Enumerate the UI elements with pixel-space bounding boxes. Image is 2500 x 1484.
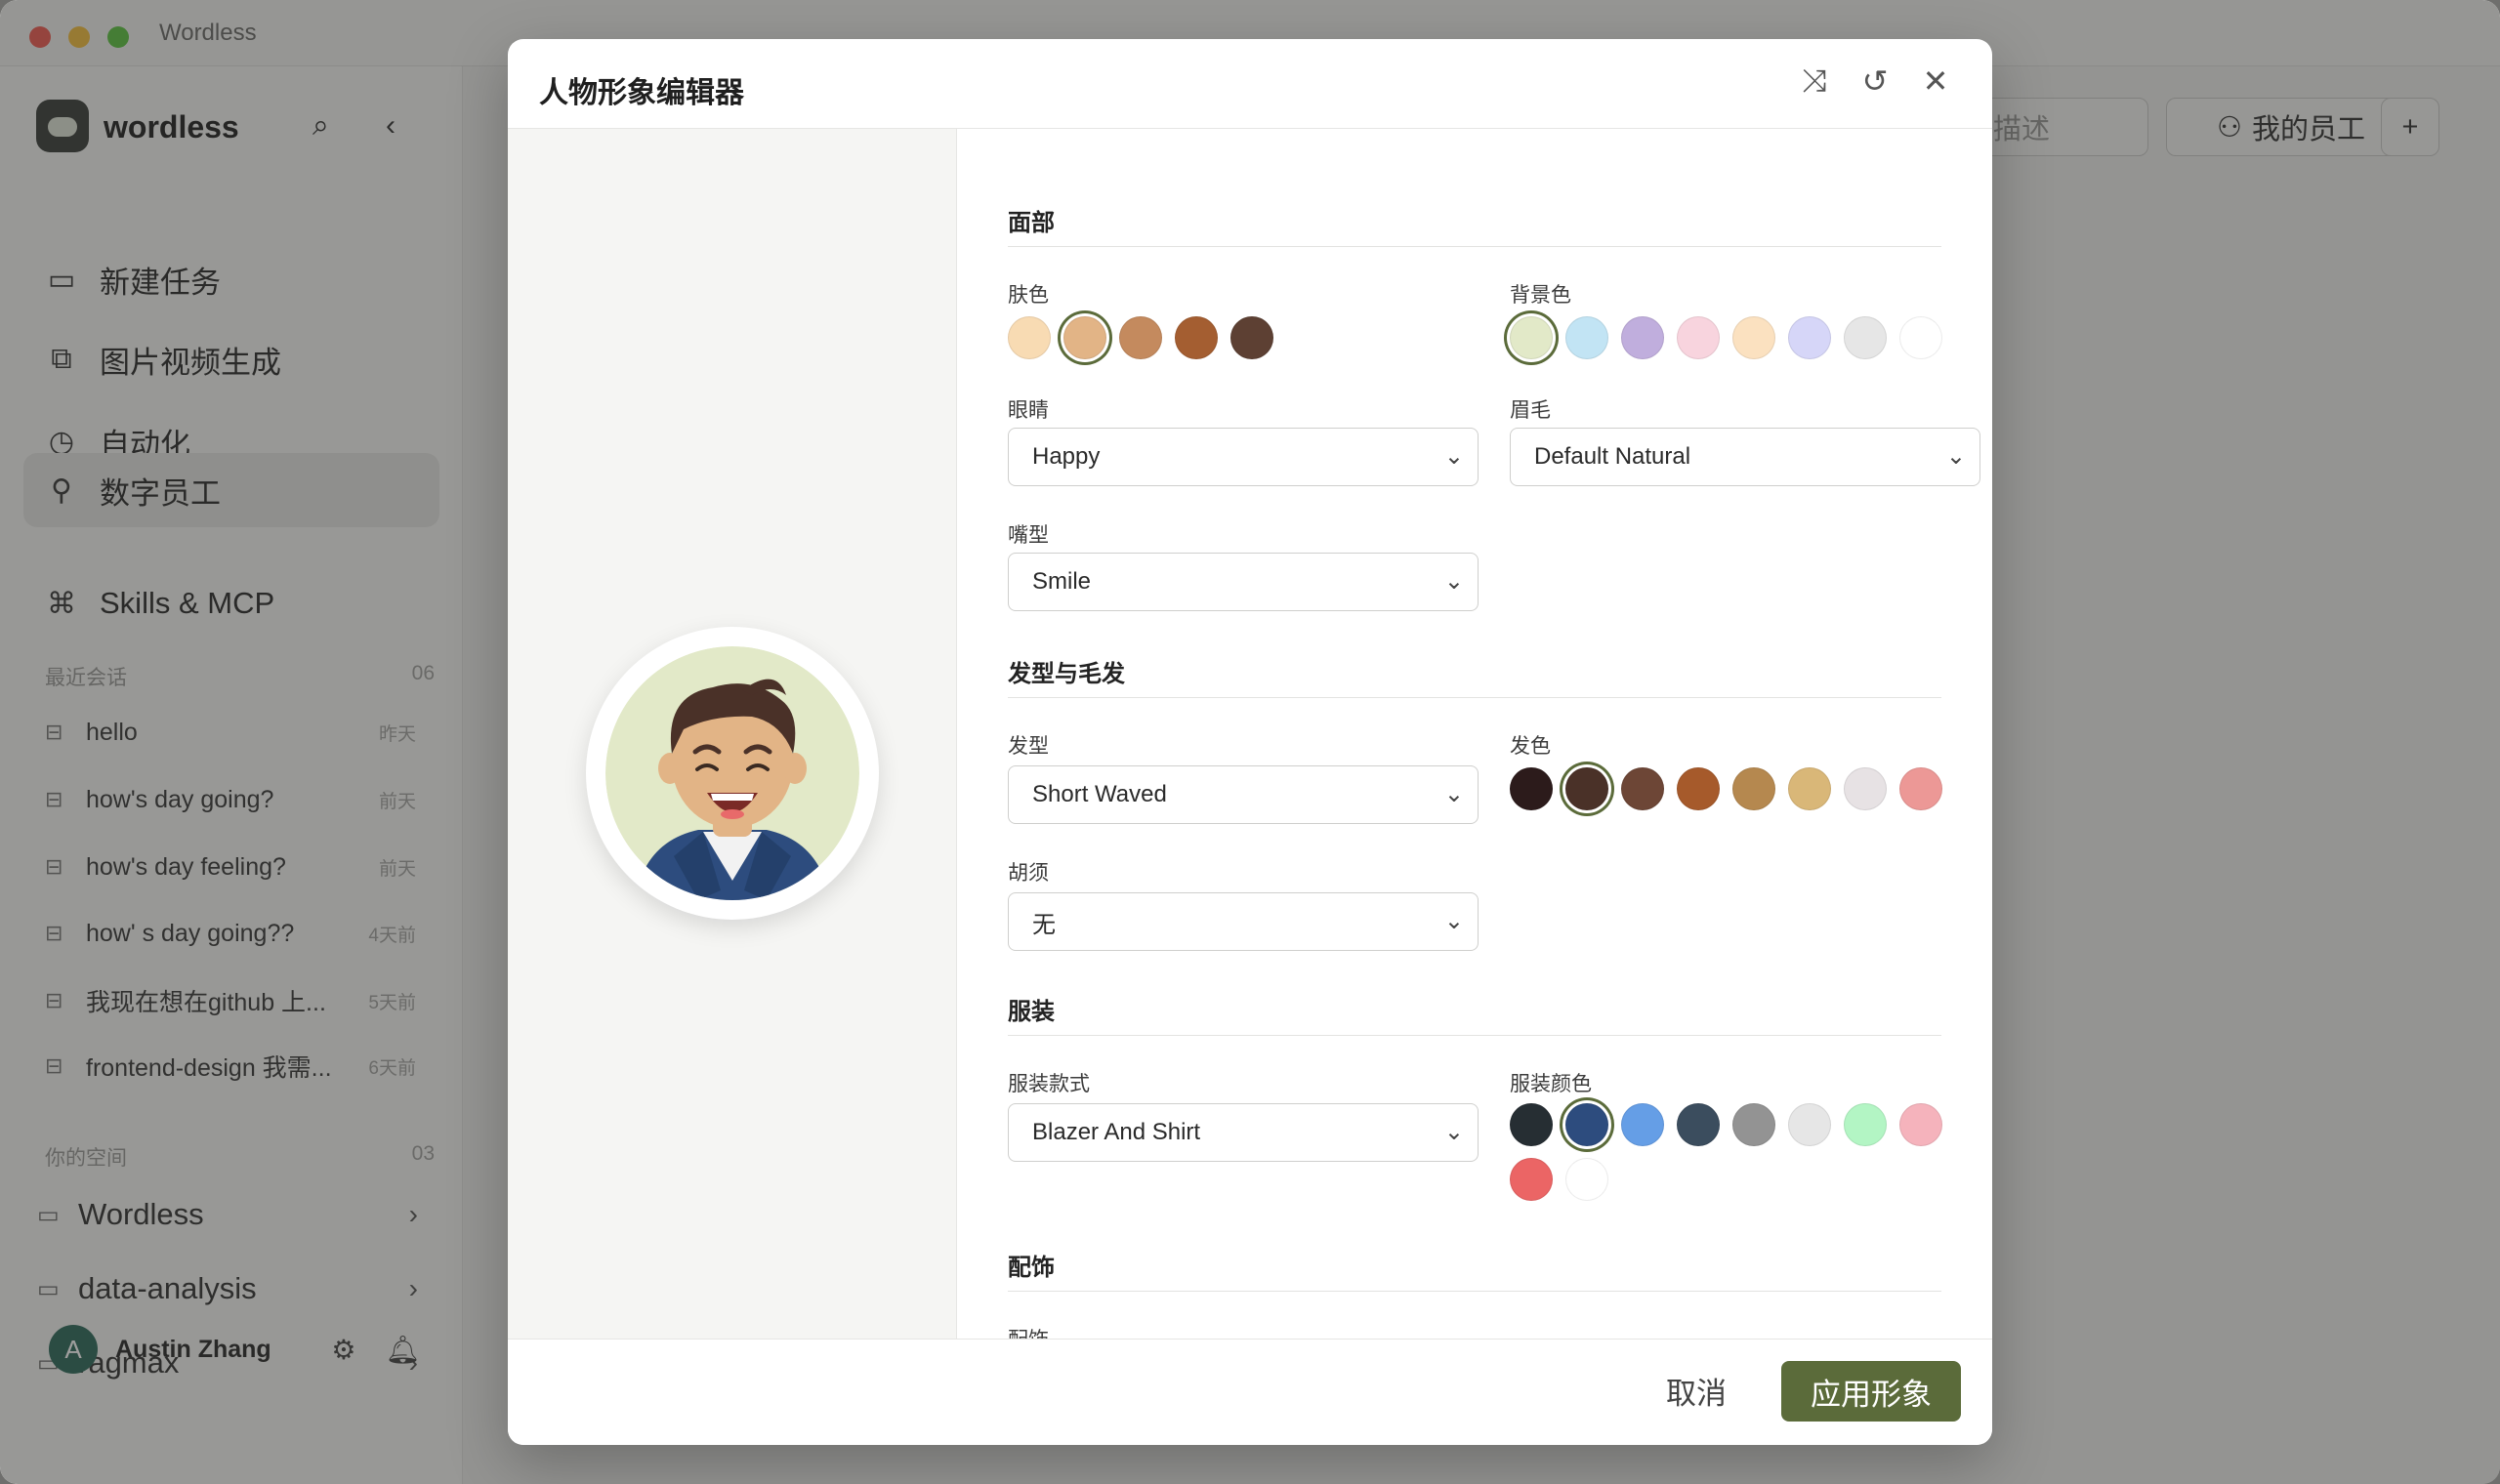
hair-style-label: 发型: [1008, 735, 1049, 758]
hair-color-label: 发色: [1510, 735, 1551, 758]
editor-form: 面部 肤色 背景色 眼睛 Happy ⌄ 眉毛 Default Natural …: [957, 129, 1992, 1339]
chevron-down-icon: ⌄: [1443, 908, 1464, 934]
outfit-select[interactable]: Blazer And Shirt ⌄: [1008, 1103, 1479, 1162]
divider: [1008, 246, 1941, 247]
apply-avatar-button[interactable]: 应用形象: [1781, 1361, 1961, 1422]
hair-color-swatch[interactable]: [1510, 767, 1553, 810]
background-color-swatch[interactable]: [1565, 316, 1608, 359]
app-window: Wordless wordless ⌕ ‹ ▭ 新建任务 ⧉ 图片视频生成 ◷ …: [0, 0, 2500, 1484]
beard-select[interactable]: 无 ⌄: [1008, 892, 1479, 951]
outfit-color-swatch[interactable]: [1677, 1103, 1720, 1146]
outfit-value: Blazer And Shirt: [1032, 1119, 1201, 1145]
close-icon[interactable]: ✕: [1914, 62, 1957, 100]
dialog-header: 人物形象编辑器 ⤨ ↺ ✕: [508, 39, 1992, 129]
skin-color-swatch[interactable]: [1175, 316, 1218, 359]
section-hair: 发型与毛发: [1008, 661, 1125, 687]
avatar-editor-dialog: 人物形象编辑器 ⤨ ↺ ✕ 面部 肤色 背景色 眼睛 Happy ⌄ 眉毛 De…: [508, 39, 1992, 1445]
mouth-value: Smile: [1032, 568, 1092, 595]
avatar-preview-panel: [508, 129, 957, 1339]
eyebrows-label: 眉毛: [1510, 399, 1551, 422]
outfit-color-swatch[interactable]: [1732, 1103, 1775, 1146]
hair-color-swatch[interactable]: [1621, 767, 1664, 810]
outfit-color-swatch[interactable]: [1621, 1103, 1664, 1146]
background-color-swatch[interactable]: [1844, 316, 1887, 359]
eyes-select[interactable]: Happy ⌄: [1008, 428, 1479, 486]
dialog-footer: 取消 应用形象: [508, 1339, 1992, 1445]
outfit-color-swatch[interactable]: [1788, 1103, 1831, 1146]
background-label: 背景色: [1510, 284, 1571, 307]
avatar-illustration: [605, 646, 859, 900]
reset-icon[interactable]: ↺: [1854, 62, 1896, 100]
eyebrows-select[interactable]: Default Natural ⌄: [1510, 428, 1980, 486]
shuffle-icon[interactable]: ⤨: [1793, 62, 1836, 100]
skin-color-swatch[interactable]: [1008, 316, 1051, 359]
hair-color-swatch[interactable]: [1677, 767, 1720, 810]
chevron-down-icon: ⌄: [1443, 568, 1464, 595]
hair-color-swatch[interactable]: [1899, 767, 1942, 810]
outfit-color-label: 服装颜色: [1510, 1073, 1592, 1095]
section-clothing: 服装: [1008, 999, 1055, 1025]
outfit-color-swatch[interactable]: [1899, 1103, 1942, 1146]
hair-style-select[interactable]: Short Waved ⌄: [1008, 765, 1479, 824]
background-color-swatch[interactable]: [1788, 316, 1831, 359]
hair-style-value: Short Waved: [1032, 781, 1167, 807]
avatar-preview: [586, 627, 879, 920]
beard-label: 胡须: [1008, 862, 1049, 885]
avatar-background: [605, 646, 859, 900]
mouth-select[interactable]: Smile ⌄: [1008, 553, 1479, 611]
divider: [1008, 1291, 1941, 1292]
chevron-down-icon: ⌄: [1443, 1119, 1464, 1145]
section-face: 面部: [1008, 210, 1055, 236]
skin-color-swatch[interactable]: [1063, 316, 1106, 359]
beard-value: 无: [1032, 911, 1056, 938]
dialog-title: 人物形象编辑器: [539, 77, 744, 109]
accessory-label: 配饰: [1008, 1324, 1049, 1339]
eyes-value: Happy: [1032, 443, 1101, 470]
background-color-swatch[interactable]: [1510, 316, 1553, 359]
chevron-down-icon: ⌄: [1443, 443, 1464, 470]
section-accessories: 配饰: [1008, 1255, 1055, 1281]
skin-label: 肤色: [1008, 284, 1049, 307]
skin-color-swatch[interactable]: [1119, 316, 1162, 359]
chevron-down-icon: ⌄: [1945, 443, 1966, 470]
outfit-color-swatch[interactable]: [1510, 1158, 1553, 1201]
eyebrows-value: Default Natural: [1534, 443, 1691, 470]
divider: [1008, 1035, 1941, 1036]
background-color-swatch[interactable]: [1621, 316, 1664, 359]
eyes-label: 眼睛: [1008, 399, 1049, 422]
outfit-color-swatch[interactable]: [1844, 1103, 1887, 1146]
hair-color-swatch[interactable]: [1844, 767, 1887, 810]
divider: [1008, 697, 1941, 698]
hair-color-swatch[interactable]: [1788, 767, 1831, 810]
hair-color-swatch[interactable]: [1565, 767, 1608, 810]
cancel-button[interactable]: 取消: [1666, 1369, 1727, 1413]
mouth-label: 嘴型: [1008, 524, 1049, 547]
outfit-color-swatch[interactable]: [1510, 1103, 1553, 1146]
chevron-down-icon: ⌄: [1443, 781, 1464, 807]
outfit-color-swatch[interactable]: [1565, 1103, 1608, 1146]
background-color-swatch[interactable]: [1732, 316, 1775, 359]
skin-color-swatch[interactable]: [1230, 316, 1273, 359]
hair-color-swatch[interactable]: [1732, 767, 1775, 810]
background-color-swatch[interactable]: [1899, 316, 1942, 359]
outfit-label: 服装款式: [1008, 1073, 1090, 1095]
outfit-color-swatch[interactable]: [1565, 1158, 1608, 1201]
background-color-swatch[interactable]: [1677, 316, 1720, 359]
